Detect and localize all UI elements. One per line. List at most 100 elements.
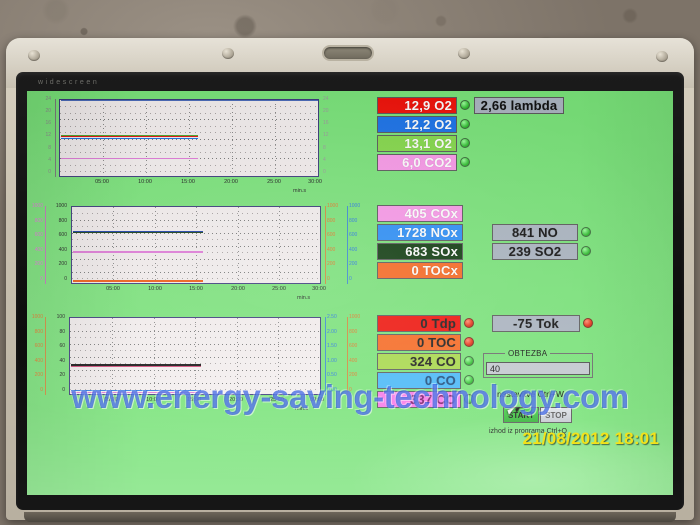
xtick: 15:00 — [181, 179, 195, 185]
lid-bumper-left — [28, 50, 40, 61]
ytick: 400 — [58, 246, 67, 253]
ytick: 200 — [349, 261, 358, 268]
trace-o2-blue — [61, 138, 198, 139]
ytick: 8 — [48, 144, 51, 151]
readout-o2-2[interactable]: 12,2 O2 — [377, 116, 457, 133]
ytick: 12 — [45, 132, 51, 139]
ytick: 600 — [349, 343, 358, 350]
readout-tdp[interactable]: 0 Tdp — [377, 315, 461, 332]
chart-o2-plot — [59, 99, 319, 177]
chart-o2-xaxis: 05:00 10:00 15:00 20:00 25:00 30:00 — [27, 179, 357, 189]
photo-timestamp: 21/08/2012 18:01 — [522, 429, 659, 448]
readout-co2[interactable]: 6,0 CO2 — [377, 154, 457, 171]
xtick: 30:00 — [312, 286, 326, 292]
ytick: 800 — [34, 217, 43, 224]
xtick: 25:00 — [272, 286, 286, 292]
ytick: 2.00 — [327, 328, 337, 335]
ytick: 200 — [327, 261, 336, 268]
chart-cox-yaxis-left-1: 1000 800 600 400 200 0 — [27, 203, 43, 284]
trace-o2-red — [61, 136, 198, 137]
monitoring-application: 24 20 16 12 8 4 0 24 20 16 12 8 4 0 05:0… — [27, 91, 673, 495]
lcd-screen: 24 20 16 12 8 4 0 24 20 16 12 8 4 0 05:0… — [27, 91, 673, 495]
ytick: 600 — [34, 232, 43, 239]
load-value-input[interactable]: 40 — [486, 362, 590, 375]
ytick: 400 — [34, 357, 43, 364]
xtick: 25:00 — [267, 179, 281, 185]
trace-co-rose — [71, 366, 201, 367]
chart-o2: 24 20 16 12 8 4 0 24 20 16 12 8 4 0 05:0… — [27, 96, 357, 195]
xtick: 30:00 — [308, 179, 322, 185]
readout-lambda[interactable]: 2,66 lambda — [474, 97, 564, 114]
ytick: 8 — [323, 144, 326, 151]
led-tdp — [464, 318, 474, 328]
chart-cox-yaxis-left-2: 1000 800 600 400 200 0 — [47, 203, 67, 284]
ytick: 1000 — [349, 314, 361, 320]
ytick: 100 — [56, 314, 65, 320]
readout-so2[interactable]: 239 SO2 — [492, 243, 578, 260]
readout-tocx[interactable]: 0 TOCx — [377, 262, 463, 279]
ytick: 24 — [45, 96, 51, 102]
load-group-title: OBTEZBA — [505, 349, 551, 358]
laptop-lid: widescreen 24 20 16 12 8 4 0 24 20 16 12… — [6, 38, 694, 522]
readout-o2-3[interactable]: 13,1 O2 — [377, 135, 457, 152]
readout-no[interactable]: 841 NO — [492, 224, 578, 241]
ytick: 20 — [45, 108, 51, 115]
ytick: 800 — [349, 217, 358, 224]
ytick: 60 — [59, 343, 65, 350]
ytick: 4 — [323, 156, 326, 163]
ytick: 800 — [58, 217, 67, 224]
readout-sox[interactable]: 683 SOx — [377, 243, 463, 260]
lid-bumper-midright — [458, 48, 470, 59]
readout-nox[interactable]: 1728 NOx — [377, 224, 463, 241]
laptop-device: widescreen 24 20 16 12 8 4 0 24 20 16 12… — [6, 38, 694, 522]
chart-cox-yaxis-right-2: 1000 800 600 400 200 0 — [349, 203, 367, 284]
ytick: 12 — [323, 132, 329, 139]
chart-o2-xunit: min.s — [293, 188, 307, 194]
chart-o2-yaxis-right: 24 20 16 12 8 4 0 — [323, 97, 339, 177]
ytick: 16 — [323, 120, 329, 127]
ytick: 400 — [34, 246, 43, 253]
trace-tocx — [73, 280, 203, 282]
chart-cox: 1000 800 600 400 200 0 1000 800 600 400 … — [27, 203, 367, 302]
ytick: 600 — [327, 232, 336, 239]
led-so2 — [581, 246, 591, 256]
ytick: 4 — [48, 156, 51, 163]
readout-o2-1[interactable]: 12,9 O2 — [377, 97, 457, 114]
xtick: 10:00 — [138, 179, 152, 185]
chart-cox-plot — [71, 206, 321, 284]
ytick: 200 — [34, 261, 43, 268]
chart-cox-xunit: min.s — [297, 295, 311, 301]
ytick: 600 — [58, 232, 67, 239]
readout-cox[interactable]: 405 COx — [377, 205, 463, 222]
ytick: 600 — [34, 343, 43, 350]
lid-latch[interactable] — [322, 45, 374, 61]
ytick: 1000 — [327, 203, 339, 209]
ytick: 20 — [323, 108, 329, 115]
bezel-brand-label: widescreen — [38, 79, 100, 86]
readout-tok[interactable]: -75 Tok — [492, 315, 580, 332]
ytick: 0 — [64, 275, 67, 282]
screen-bezel: widescreen 24 20 16 12 8 4 0 24 20 16 12… — [16, 72, 684, 510]
chart-o2-yaxis-left: 24 20 16 12 8 4 0 — [33, 96, 51, 177]
xtick: 05:00 — [95, 179, 109, 185]
led-o2-1 — [460, 100, 470, 110]
ytick: 1.50 — [327, 343, 337, 350]
ytick: 40 — [59, 357, 65, 364]
led-tok — [583, 318, 593, 328]
watermark-text: www.energy-saving-technology.com — [71, 378, 629, 415]
ytick: 1000 — [55, 203, 67, 209]
readout-co-1[interactable]: 324 CO — [377, 353, 461, 370]
lid-bumper-midleft — [222, 48, 234, 59]
ytick: 16 — [45, 120, 51, 127]
led-co2 — [460, 157, 470, 167]
ytick: 0 — [323, 168, 326, 175]
ytick: 1000 — [349, 203, 361, 209]
readout-toc[interactable]: 0 TOC — [377, 334, 461, 351]
xtick: 10:00 — [148, 286, 162, 292]
led-o2-2 — [460, 119, 470, 129]
chart-cox-axis-line-3 — [325, 206, 326, 284]
led-no — [581, 227, 591, 237]
ytick: 1000 — [31, 203, 43, 209]
trace-co2-magenta — [61, 158, 198, 159]
chart-cox-axis-line-1 — [45, 206, 46, 284]
